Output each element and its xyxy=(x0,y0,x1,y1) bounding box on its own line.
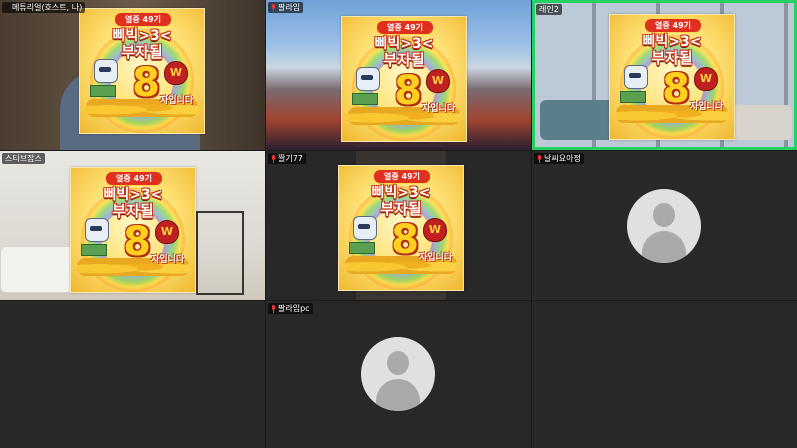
poster-image: 열중 49기 삐빅>3< 부자될 8 W 자입니다 xyxy=(341,16,467,142)
money-bag-icon: W xyxy=(694,67,718,91)
video-tile-active-speaker[interactable]: 열중 49기 삐빅>3< 부자될 8 W 자입니다 레인2 xyxy=(532,0,797,150)
video-tile-participant[interactable]: 열중 49기 삐빅>3< 부자될 8 W 자입니다 짤기77 xyxy=(266,151,531,300)
poster-image: 열중 49기 삐빅>3< 부자될 8 W 자입니다 xyxy=(70,167,196,293)
mic-muted-icon xyxy=(271,3,276,12)
avatar xyxy=(361,337,435,411)
participant-name-label: 메튜리얼(호스트, 나) xyxy=(2,2,86,13)
avatar xyxy=(627,189,701,263)
participant-name-label: 날씨요아정 xyxy=(534,153,584,164)
money-bag-icon: W xyxy=(155,220,179,244)
video-tile-participant[interactable]: 팔라임pc xyxy=(266,301,531,448)
money-bag-icon: W xyxy=(426,69,450,93)
robot-icon xyxy=(624,65,648,89)
money-bag-icon: W xyxy=(164,61,188,85)
shelf xyxy=(196,211,244,295)
video-tile-participant[interactable]: 열중 49기 삐빅>3< 부자될 8 W 자입니다 스티브잡스 xyxy=(0,151,265,300)
robot-icon xyxy=(85,218,109,242)
sofa xyxy=(732,105,792,140)
robot-icon xyxy=(353,216,377,240)
empty-tile xyxy=(532,301,797,448)
poster-image: 열중 49기 삐빅>3< 부자될 8 W 자입니다 xyxy=(338,165,464,291)
poster-image: 열중 49기 삐빅>3< 부자될 8 W 자입니다 xyxy=(609,14,735,140)
robot-icon xyxy=(94,59,118,83)
participant-name-label: 팔라임 xyxy=(268,2,304,13)
participant-name-label: 레인2 xyxy=(536,4,562,15)
participant-name-label: 짤기77 xyxy=(268,153,306,164)
video-tile-participant[interactable]: 열중 49기 삐빅>3< 부자될 8 W 자입니다 팔라임 xyxy=(266,0,531,150)
money-bag-icon: W xyxy=(423,218,447,242)
participant-name-label: 팔라임pc xyxy=(268,303,313,314)
poster-image: 열중 49기 삐빅>3< 부자될 8 W 자입니다 xyxy=(79,8,205,134)
video-tile-host[interactable]: 열중 49기 삐빅>3< 부자될 8 W 자입니다 메튜리얼(호스트, 나) xyxy=(0,0,265,150)
mic-muted-icon xyxy=(271,154,276,163)
empty-tile xyxy=(0,301,265,448)
participant-name-label: 스티브잡스 xyxy=(2,153,45,164)
video-tile-participant[interactable]: 날씨요아정 xyxy=(532,151,797,300)
robot-icon xyxy=(356,67,380,91)
mic-muted-icon xyxy=(537,154,542,163)
mic-muted-icon xyxy=(271,304,276,313)
